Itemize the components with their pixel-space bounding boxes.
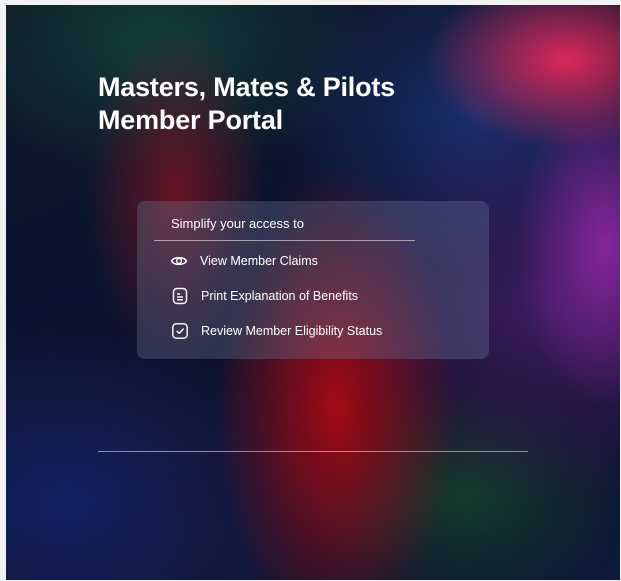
feature-label: View Member Claims — [200, 254, 318, 268]
feature-item-print-eob: Print Explanation of Benefits — [171, 286, 358, 306]
title-line-1: Masters, Mates & Pilots — [98, 72, 396, 102]
feature-item-view-claims: View Member Claims — [170, 251, 318, 271]
section-divider — [98, 451, 528, 452]
page-title: Masters, Mates & Pilots Member Portal — [98, 71, 395, 137]
check-square-icon — [172, 323, 188, 339]
title-line-2: Member Portal — [98, 105, 283, 135]
hero-panel: Masters, Mates & Pilots Member Portal Si… — [6, 5, 620, 580]
eye-icon — [170, 256, 188, 266]
feature-label: Review Member Eligibility Status — [201, 324, 383, 338]
feature-label: Print Explanation of Benefits — [201, 289, 359, 303]
feature-item-eligibility: Review Member Eligibility Status — [171, 321, 382, 341]
features-card: Simplify your access to View Member Clai… — [137, 201, 489, 359]
card-divider — [154, 240, 415, 241]
document-icon — [172, 287, 188, 305]
card-heading: Simplify your access to — [171, 216, 304, 231]
